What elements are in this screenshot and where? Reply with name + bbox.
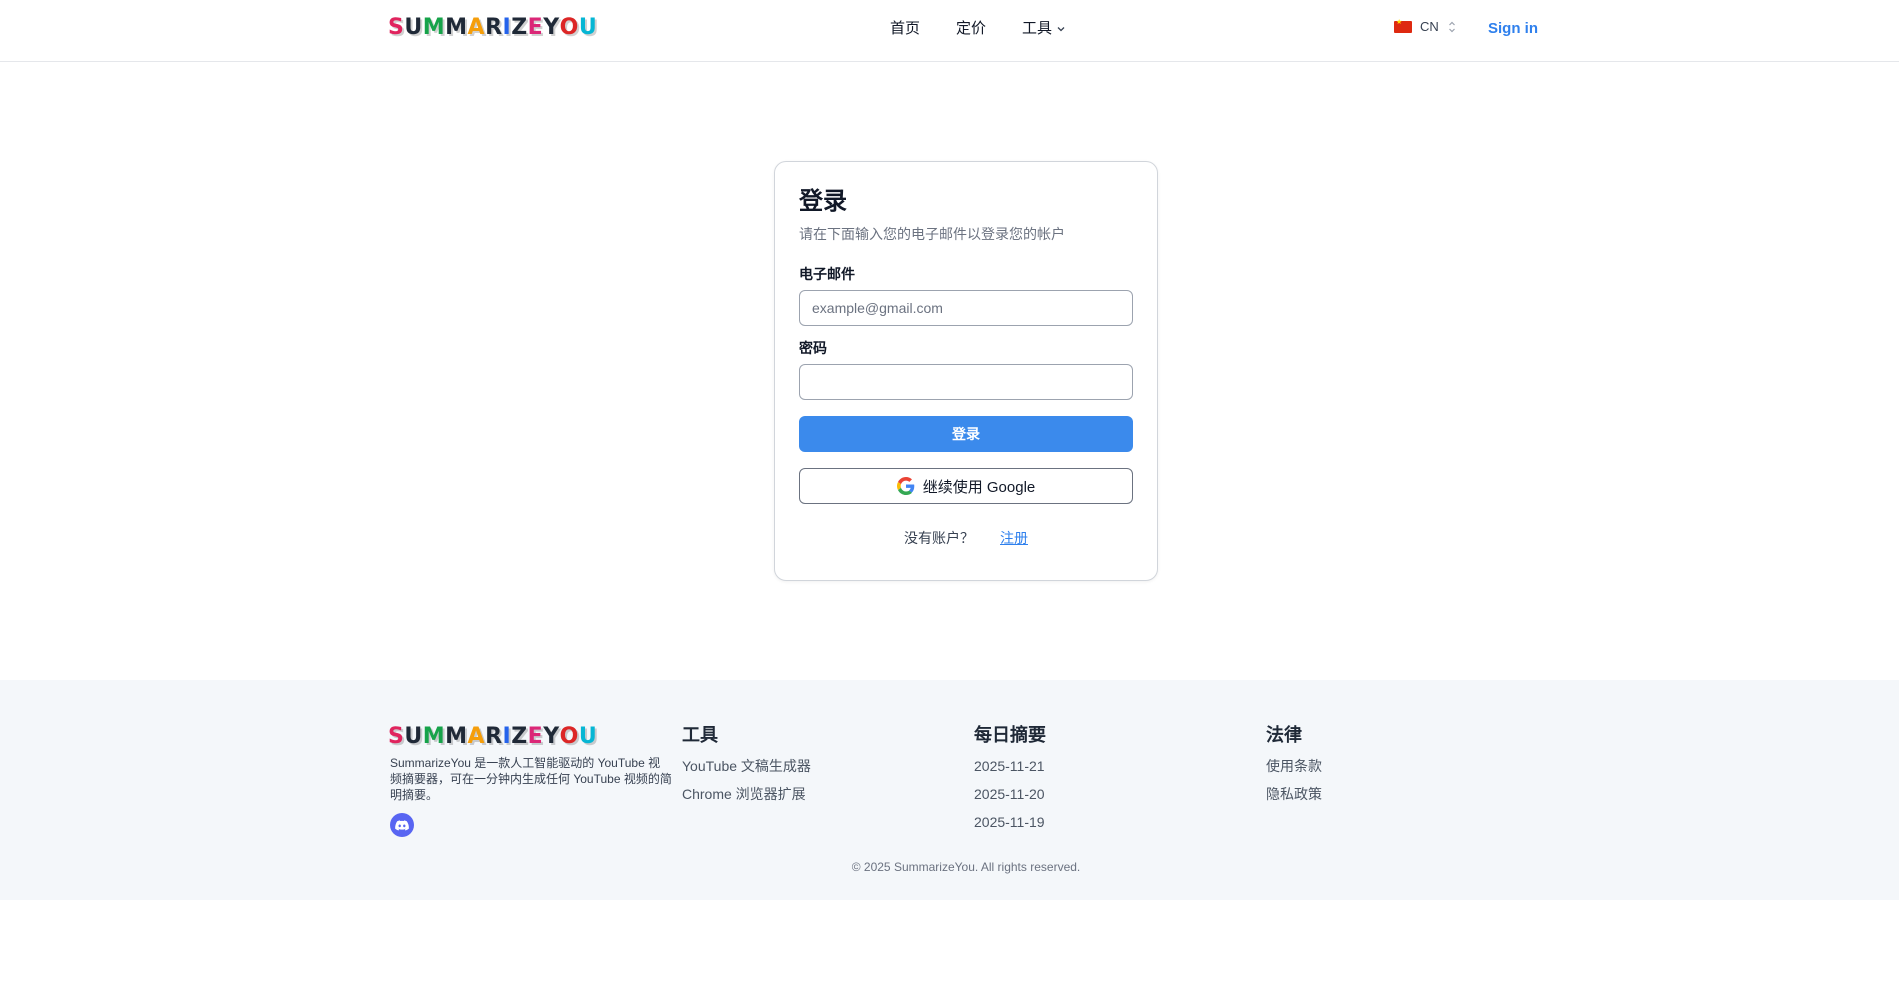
footer-link-date[interactable]: 2025-11-20	[974, 784, 1046, 804]
google-icon	[896, 477, 915, 495]
logo-letter: R	[485, 724, 503, 749]
google-button-label: 继续使用 Google	[922, 478, 1036, 496]
logo-letter: Z	[511, 15, 528, 40]
login-subtitle: 请在下面输入您的电子邮件以登录您的帐户	[799, 226, 1065, 242]
login-title: 登录	[799, 188, 847, 215]
logo-letter: I	[502, 724, 512, 749]
flag-cn-icon	[1394, 18, 1412, 33]
nav-tools-dropdown[interactable]: 工具	[1022, 18, 1066, 40]
site-footer: SUMMARIZEYOU SummarizeYou 是一款人工智能驱动的 You…	[0, 680, 1899, 900]
logo-letter: U	[578, 15, 598, 40]
discord-glyph-icon	[395, 819, 409, 830]
site-header: SUMMARIZEYOU 首页 定价 工具 CN Sign in	[0, 0, 1899, 62]
logo-letter: M	[445, 15, 468, 40]
nav-home-label: 首页	[890, 20, 921, 37]
logo-letter: Z	[511, 724, 528, 749]
nav-tools-label: 工具	[1022, 20, 1053, 37]
email-label: 电子邮件	[799, 266, 855, 282]
language-selector[interactable]: CN	[1394, 18, 1457, 34]
email-field[interactable]	[799, 290, 1133, 326]
login-button[interactable]: 登录	[799, 416, 1133, 452]
logo-letter: S	[388, 15, 405, 40]
nav-home[interactable]: 首页	[890, 18, 920, 40]
chevron-updown-icon	[1448, 21, 1455, 32]
footer-col-title: 法律	[1266, 725, 1302, 745]
footer-logo[interactable]: SUMMARIZEYOU	[388, 723, 597, 751]
logo-letter: A	[467, 724, 486, 749]
nav-pricing-label: 定价	[956, 20, 987, 37]
footer-link-chrome-extension[interactable]: Chrome 浏览器扩展	[682, 784, 811, 804]
footer-col-title: 每日摘要	[974, 725, 1046, 745]
logo-letter: U	[404, 15, 423, 40]
footer-link-date[interactable]: 2025-11-21	[974, 756, 1046, 776]
footer-col-title: 工具	[682, 725, 718, 745]
logo-letter: E	[527, 15, 544, 40]
logo-letter: M	[422, 724, 446, 749]
logo-letter: U	[404, 724, 423, 749]
footer-description: SummarizeYou 是一款人工智能驱动的 YouTube 视频摘要器，可在…	[390, 756, 672, 802]
logo-letter: I	[502, 15, 512, 40]
copyright-text: © 2025 SummarizeYou. All rights reserved…	[851, 860, 1081, 874]
footer-link-transcript[interactable]: YouTube 文稿生成器	[682, 756, 811, 776]
sign-in-link[interactable]: Sign in	[1488, 18, 1538, 40]
signup-link[interactable]: 注册	[1000, 528, 1028, 548]
logo-letter: O	[559, 724, 579, 749]
password-field[interactable]	[799, 364, 1133, 400]
main-nav: 首页 定价 工具	[890, 18, 1066, 40]
footer-col-tools: 工具 YouTube 文稿生成器 Chrome 浏览器扩展	[682, 722, 811, 812]
language-code: CN	[1420, 19, 1439, 34]
discord-icon[interactable]	[390, 813, 414, 837]
site-logo[interactable]: SUMMARIZEYOU	[388, 14, 597, 42]
logo-letter: R	[485, 15, 503, 40]
password-label: 密码	[799, 340, 827, 356]
logo-letter: Y	[543, 724, 560, 749]
footer-col-legal: 法律 使用条款 隐私政策	[1266, 722, 1322, 812]
logo-letter: M	[422, 15, 446, 40]
footer-link-terms[interactable]: 使用条款	[1266, 756, 1322, 776]
logo-letter: U	[578, 724, 598, 749]
logo-letter: O	[559, 15, 579, 40]
login-card: 登录 请在下面输入您的电子邮件以登录您的帐户 电子邮件 密码 登录 继续使用 G…	[774, 161, 1158, 581]
logo-letter: A	[467, 15, 486, 40]
no-account-text: 没有账户？	[904, 530, 974, 546]
logo-letter: S	[388, 724, 405, 749]
footer-col-daily-summary: 每日摘要 2025-11-21 2025-11-20 2025-11-19	[974, 722, 1046, 840]
logo-letter: Y	[543, 15, 560, 40]
logo-letter: M	[445, 724, 468, 749]
logo-letter: E	[527, 724, 544, 749]
nav-pricing[interactable]: 定价	[956, 18, 986, 40]
signup-prompt: 没有账户？ 注册	[775, 528, 1157, 548]
chevron-down-icon	[1057, 27, 1065, 32]
footer-link-date[interactable]: 2025-11-19	[974, 812, 1046, 832]
google-signin-button[interactable]: 继续使用 Google	[799, 468, 1133, 504]
footer-link-privacy[interactable]: 隐私政策	[1266, 784, 1322, 804]
